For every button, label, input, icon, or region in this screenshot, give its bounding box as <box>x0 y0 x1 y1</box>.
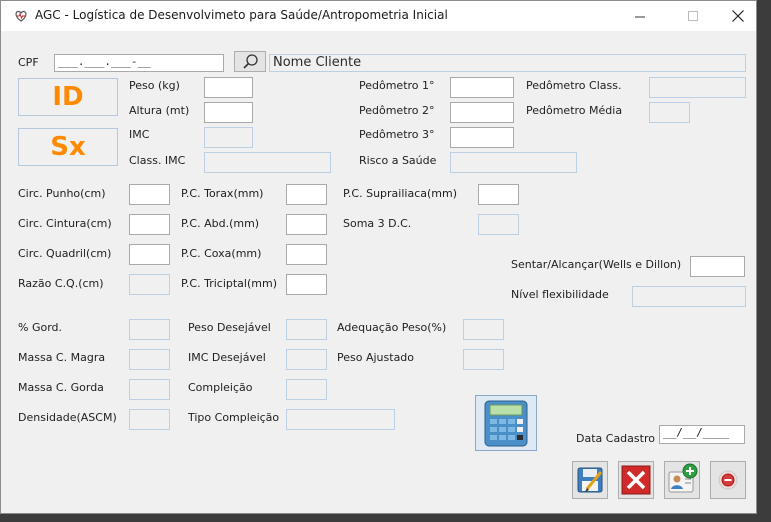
pedometro-1-label: Pedômetro 1° <box>359 79 435 92</box>
close-window-button[interactable] <box>715 1 761 31</box>
pedometro-media-label: Pedômetro Média <box>526 104 623 117</box>
pedometro-media-field <box>649 102 690 123</box>
window-title: AGC - Logística de Desenvolvimeto para S… <box>35 8 448 22</box>
soma-3dc-label: Soma 3 D.C. <box>343 217 412 230</box>
circ-punho-label: Circ. Punho(cm) <box>18 187 106 200</box>
altura-input[interactable] <box>204 102 253 123</box>
soma-3dc-field <box>478 214 519 235</box>
minimize-icon <box>634 16 645 17</box>
data-cadastro-input[interactable]: __/__/____ <box>659 425 745 444</box>
gord-field <box>129 319 170 340</box>
title-bar: AGC - Logística de Desenvolvimeto para S… <box>1 1 756 31</box>
risco-saude-label: Risco a Saúde <box>359 154 437 167</box>
save-button[interactable] <box>572 461 608 499</box>
calculate-button[interactable] <box>475 395 537 451</box>
circ-quadril-label: Circ. Quadril(cm) <box>18 247 112 260</box>
main-window: AGC - Logística de Desenvolvimeto para S… <box>0 0 757 514</box>
remove-record-button[interactable] <box>710 461 746 499</box>
minimize-button[interactable] <box>617 1 663 31</box>
sentar-alcancar-input[interactable] <box>690 256 745 277</box>
circ-quadril-input[interactable] <box>129 244 170 265</box>
imc-field <box>204 127 253 148</box>
pedometro-3-input[interactable] <box>450 127 514 148</box>
class-imc-label: Class. IMC <box>129 154 186 167</box>
imc-desejavel-field <box>286 349 327 370</box>
tipo-compleicao-field <box>286 409 395 430</box>
pc-abd-label: P.C. Abd.(mm) <box>181 217 260 230</box>
razao-cq-label: Razão C.Q.(cm) <box>18 277 104 290</box>
pc-abd-input[interactable] <box>286 214 327 235</box>
app-logo-icon <box>15 10 27 22</box>
razao-cq-field <box>129 274 170 295</box>
class-imc-field <box>204 152 331 173</box>
massa-gorda-field <box>129 379 170 400</box>
pc-suprailiaca-input[interactable] <box>478 184 519 205</box>
nivel-flexibilidade-label: Nível flexibilidade <box>511 288 609 301</box>
cpf-label: CPF <box>18 56 39 69</box>
peso-input[interactable] <box>204 77 253 98</box>
massa-gorda-label: Massa C. Gorda <box>18 381 104 394</box>
pedometro-class-field <box>649 77 746 98</box>
massa-magra-field <box>129 349 170 370</box>
pc-coxa-input[interactable] <box>286 244 327 265</box>
gord-label: % Gord. <box>18 321 63 334</box>
circ-punho-input[interactable] <box>129 184 170 205</box>
save-icon <box>577 467 603 493</box>
imc-desejavel-label: IMC Desejável <box>188 351 266 364</box>
close-icon <box>621 465 651 495</box>
pedometro-2-label: Pedômetro 2° <box>359 104 435 117</box>
pedometro-class-label: Pedômetro Class. <box>526 79 622 92</box>
sentar-alcancar-label: Sentar/Alcançar(Wells e Dillon) <box>511 258 682 271</box>
risco-saude-field <box>450 152 577 173</box>
close-icon <box>732 10 744 22</box>
sx-badge: Sx <box>18 128 118 166</box>
pc-triciptal-label: P.C. Triciptal(mm) <box>181 277 277 290</box>
calculator-icon <box>484 400 528 447</box>
tipo-compleicao-label: Tipo Compleição <box>188 411 280 424</box>
id-badge: ID <box>18 78 118 116</box>
nivel-flexibilidade-field <box>632 286 746 307</box>
adequacao-peso-label: Adequação Peso(%) <box>337 321 447 334</box>
pc-coxa-label: P.C. Coxa(mm) <box>181 247 262 260</box>
compleicao-field <box>286 379 327 400</box>
pedometro-1-input[interactable] <box>450 77 514 98</box>
remove-icon <box>718 470 738 490</box>
pc-torax-input[interactable] <box>286 184 327 205</box>
peso-label: Peso (kg) <box>129 79 180 92</box>
add-user-icon <box>668 463 698 493</box>
compleicao-label: Compleição <box>188 381 253 394</box>
maximize-icon <box>687 10 698 21</box>
imc-label: IMC <box>129 128 150 141</box>
cpf-input[interactable]: ___.___.___-__ <box>54 54 224 72</box>
circ-cintura-input[interactable] <box>129 214 170 235</box>
add-record-button[interactable] <box>664 461 700 499</box>
pc-triciptal-input[interactable] <box>286 274 327 295</box>
pc-torax-label: P.C. Torax(mm) <box>181 187 264 200</box>
nome-cliente-field[interactable]: Nome Cliente <box>269 54 746 72</box>
peso-ajustado-label: Peso Ajustado <box>337 351 415 364</box>
densidade-field <box>129 409 170 430</box>
circ-cintura-label: Circ. Cintura(cm) <box>18 217 112 230</box>
magnifier-icon <box>243 54 258 69</box>
data-cadastro-label: Data Cadastro <box>576 432 655 445</box>
pc-suprailiaca-label: P.C. Suprailiaca(mm) <box>343 187 458 200</box>
maximize-button[interactable] <box>670 1 716 31</box>
peso-desejavel-label: Peso Desejável <box>188 321 271 334</box>
densidade-label: Densidade(ASCM) <box>18 411 117 424</box>
cancel-button[interactable] <box>618 461 654 499</box>
massa-magra-label: Massa C. Magra <box>18 351 106 364</box>
adequacao-peso-field <box>463 319 504 340</box>
pedometro-3-label: Pedômetro 3° <box>359 128 435 141</box>
peso-desejavel-field <box>286 319 327 340</box>
peso-ajustado-field <box>463 349 504 370</box>
pedometro-2-input[interactable] <box>450 102 514 123</box>
altura-label: Altura (mt) <box>129 104 190 117</box>
search-button[interactable] <box>234 51 266 72</box>
